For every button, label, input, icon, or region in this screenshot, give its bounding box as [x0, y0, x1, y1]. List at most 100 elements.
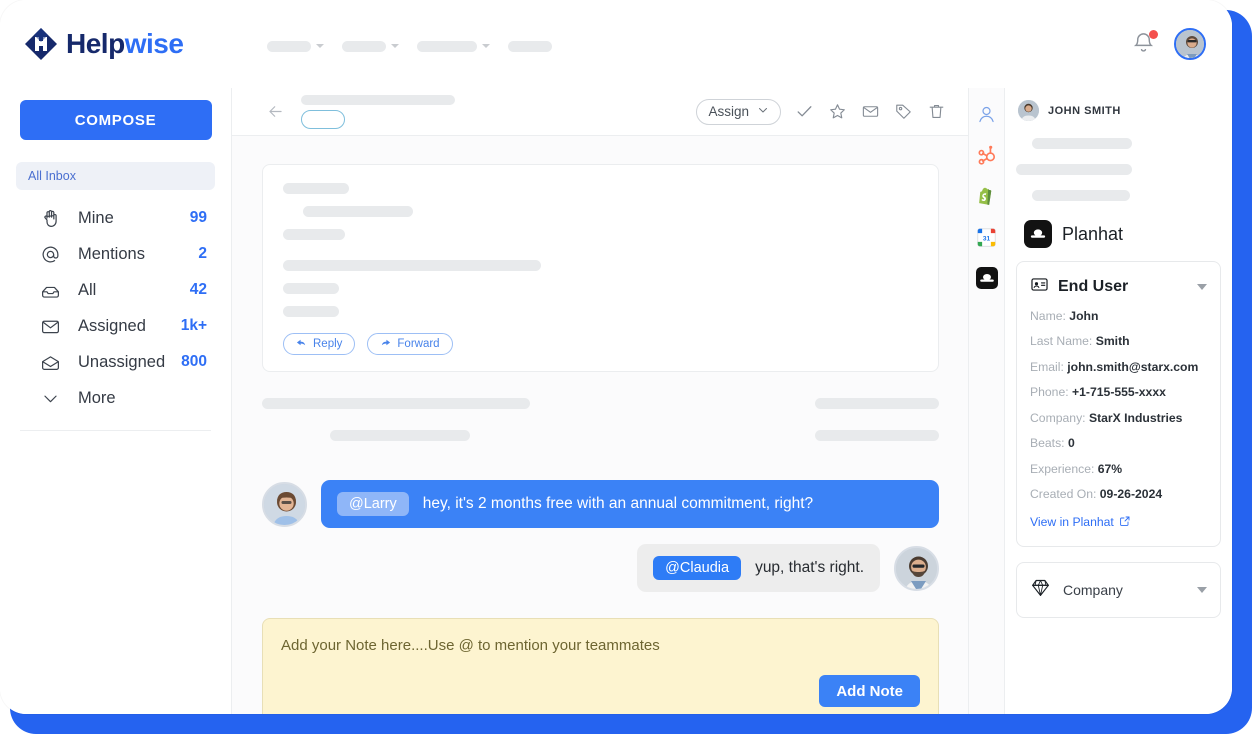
- contact-name: JOHN SMITH: [1048, 104, 1121, 117]
- sidebar-item-more[interactable]: More: [16, 380, 215, 416]
- shopify-icon[interactable]: [975, 184, 999, 208]
- integration-header: Planhat: [1016, 220, 1221, 248]
- avatar[interactable]: [1174, 28, 1206, 60]
- mention-chip[interactable]: @Larry: [337, 492, 409, 516]
- sidebar-item-count: 1k+: [180, 317, 207, 334]
- external-link-icon: [1119, 515, 1131, 530]
- add-note-button[interactable]: Add Note: [819, 675, 920, 707]
- diamond-icon: [1030, 577, 1051, 603]
- message-text: yup, that's right.: [755, 559, 864, 576]
- sidebar-item-label: Unassigned: [78, 352, 166, 371]
- field-label: Last Name:: [1030, 334, 1093, 349]
- field-label: Company:: [1030, 410, 1086, 425]
- reply-button[interactable]: Reply: [283, 333, 356, 355]
- compose-button[interactable]: COMPOSE: [19, 100, 212, 140]
- header-nav-item[interactable]: [342, 40, 400, 52]
- sidebar-item-label: More: [78, 388, 116, 407]
- end-user-card-header[interactable]: End User: [1030, 275, 1207, 299]
- svg-text:31: 31: [983, 235, 991, 242]
- field-value: John: [1069, 309, 1099, 323]
- note-composer[interactable]: Add your Note here....Use @ to mention y…: [262, 618, 939, 714]
- header-actions: [1132, 28, 1206, 60]
- field-value: StarX Industries: [1088, 410, 1183, 425]
- field-label: Email:: [1030, 359, 1064, 374]
- view-in-planhat-link[interactable]: View in Planhat: [1030, 515, 1131, 530]
- sidebar-item-count: 42: [189, 281, 207, 298]
- conversation-skeleton-lines: [262, 398, 939, 454]
- sidebar-item-all[interactable]: All 42: [16, 272, 215, 308]
- sidebar-item-mine[interactable]: Mine 99: [16, 200, 215, 236]
- header-nav-item[interactable]: [508, 40, 553, 52]
- tag-icon[interactable]: [894, 102, 913, 121]
- helpwise-diamond-logo: [24, 27, 58, 61]
- chevron-down-icon: [316, 44, 325, 48]
- field-label: Phone:: [1030, 385, 1069, 400]
- conversation-pane: Assign Reply Forward @Larry hey, it's 2 …: [232, 88, 969, 714]
- field-name: Name: John: [1030, 308, 1207, 324]
- sidebar-item-label: Mine: [78, 208, 114, 227]
- field-label: Created On:: [1030, 487, 1097, 502]
- field-beats: Beats: 0: [1030, 435, 1207, 451]
- integration-title: Planhat: [1062, 223, 1124, 244]
- sidebar-section-all-inbox[interactable]: All Inbox: [16, 162, 215, 190]
- sidebar-item-count: 99: [189, 209, 207, 226]
- chevron-down-icon: [391, 44, 400, 48]
- sidebar-item-label: Assigned: [78, 316, 146, 335]
- field-created-on: Created On: 09-26-2024: [1030, 486, 1207, 502]
- forward-label: Forward: [397, 338, 440, 350]
- field-value: +1-715-555-xxxx: [1072, 385, 1166, 400]
- bell-icon[interactable]: [1132, 30, 1158, 57]
- left-sidebar: COMPOSE All Inbox Mine 99 Mentions 2 All…: [0, 88, 232, 714]
- avatar[interactable]: [1018, 100, 1039, 121]
- mention-chip[interactable]: @Claudia: [653, 556, 742, 580]
- field-value: 09-26-2024: [1099, 487, 1163, 502]
- sidebar-item-count: 2: [198, 245, 207, 262]
- field-phone: Phone: +1-715-555-xxxx: [1030, 384, 1207, 400]
- chevron-down-icon: [482, 44, 491, 48]
- message-bubble: @Larry hey, it's 2 months free with an a…: [321, 480, 939, 528]
- header-nav-item[interactable]: [267, 40, 325, 52]
- field-value: 0: [1067, 436, 1075, 451]
- app-header: Helpwise: [0, 0, 1232, 88]
- sidebar-section-label: All Inbox: [28, 169, 76, 183]
- arrow-left-icon[interactable]: [266, 102, 285, 121]
- field-label: Beats:: [1030, 436, 1065, 451]
- sidebar-item-unassigned[interactable]: Unassigned 800: [16, 344, 215, 380]
- sidebar-item-assigned[interactable]: Assigned 1k+: [16, 308, 215, 344]
- contact-icon[interactable]: [975, 102, 999, 126]
- caret-down-icon[interactable]: [1197, 587, 1207, 594]
- field-value: 67%: [1097, 461, 1123, 476]
- brand-logo[interactable]: Helpwise: [24, 27, 184, 61]
- planhat-icon: [1024, 220, 1052, 248]
- hubspot-icon[interactable]: [975, 143, 999, 167]
- field-label: Experience:: [1030, 461, 1095, 476]
- star-icon[interactable]: [828, 102, 847, 121]
- notification-dot: [1149, 30, 1158, 39]
- trash-icon[interactable]: [927, 102, 946, 121]
- field-last-name: Last Name: Smith: [1030, 333, 1207, 349]
- caret-down-icon[interactable]: [1197, 284, 1207, 290]
- field-label: Name:: [1030, 309, 1066, 323]
- note-placeholder: Add your Note here....Use @ to mention y…: [281, 637, 660, 654]
- forward-button[interactable]: Forward: [367, 333, 453, 355]
- field-experience: Experience: 67%: [1030, 461, 1207, 477]
- inbox-icon: [38, 280, 62, 301]
- google-calendar-icon[interactable]: 31: [975, 225, 999, 249]
- chat-message-incoming: @Larry hey, it's 2 months free with an a…: [262, 480, 939, 528]
- sidebar-item-mentions[interactable]: Mentions 2: [16, 236, 215, 272]
- chevron-down-icon: [38, 389, 62, 408]
- planhat-icon[interactable]: [975, 266, 999, 290]
- envelope-icon[interactable]: [861, 102, 880, 121]
- assign-button[interactable]: Assign: [696, 98, 781, 125]
- contact-detail-placeholders: [1016, 138, 1221, 206]
- conversation-tag[interactable]: [301, 109, 345, 129]
- company-card[interactable]: Company: [1016, 562, 1221, 619]
- end-user-card: End User Name: John Last Name: Smith Ema…: [1016, 261, 1221, 548]
- assign-label: Assign: [708, 104, 749, 119]
- header-nav-item[interactable]: [417, 40, 491, 52]
- message-bubble: @Claudia yup, that's right.: [637, 544, 880, 592]
- brand-name-dark: Help: [66, 28, 125, 59]
- check-icon[interactable]: [795, 102, 814, 121]
- sidebar-item-count: 800: [181, 353, 207, 370]
- messages-scroll-area[interactable]: Reply Forward @Larry hey, it's 2 months …: [232, 136, 969, 714]
